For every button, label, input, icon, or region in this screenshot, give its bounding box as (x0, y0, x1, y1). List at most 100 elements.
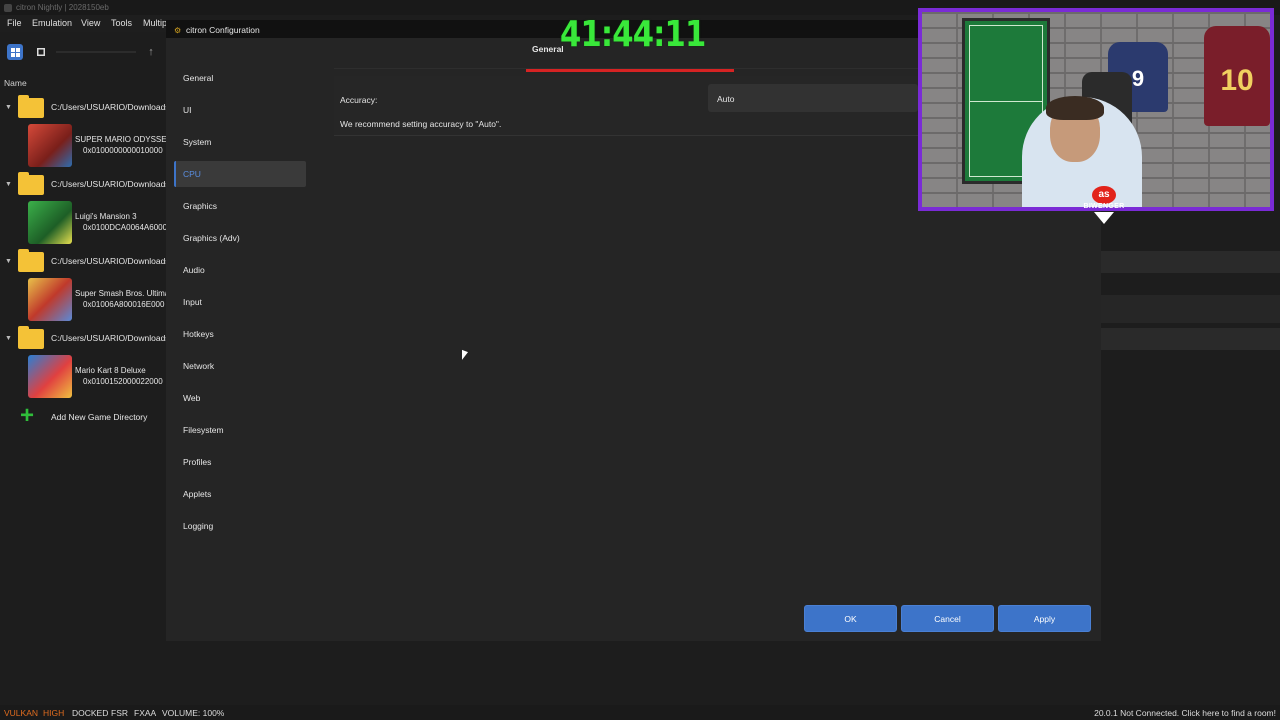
expand-triangle-icon[interactable]: ▼ (5, 258, 12, 265)
category-label: Graphics (183, 201, 218, 211)
expand-triangle-icon[interactable]: ▼ (5, 335, 12, 342)
biwenger-label: BIWENGER (1083, 203, 1125, 210)
antialias-status[interactable]: FXAA (134, 708, 156, 718)
game-row[interactable]: Super Smash Bros. Ultimat 0x01006A800016… (0, 278, 170, 322)
folder-icon (18, 326, 44, 349)
mouse-cursor-icon (462, 349, 468, 363)
row-strip (1100, 251, 1280, 273)
category-network[interactable]: Network (174, 353, 304, 379)
up-arrow-icon[interactable]: ↑ (143, 44, 159, 60)
game-directory-row[interactable]: ▼ C:/Users/USUARIO/Downloads/S (0, 249, 170, 273)
category-label: UI (183, 105, 192, 115)
category-audio[interactable]: Audio (174, 257, 304, 283)
apply-button[interactable]: Apply (998, 605, 1091, 632)
dialog-title: citron Configuration (186, 25, 260, 35)
dock-status[interactable]: DOCKED (72, 708, 108, 718)
category-cpu[interactable]: CPU (174, 161, 306, 187)
webcam-overlay: 9 10 (918, 8, 1274, 211)
category-system[interactable]: System (174, 129, 304, 155)
category-filesystem[interactable]: Filesystem (174, 417, 304, 443)
category-applets[interactable]: Applets (174, 481, 304, 507)
game-thumbnail (28, 355, 72, 398)
game-directory-row[interactable]: ▼ C:/Users/USUARIO/Downloads/M (0, 326, 170, 350)
category-label: CPU (183, 169, 201, 179)
game-thumbnail (28, 201, 72, 244)
folder-icon (18, 249, 44, 272)
category-label: Network (183, 361, 215, 371)
game-thumbnail (28, 124, 72, 167)
plus-icon: + (20, 402, 35, 429)
category-label: Web (183, 393, 201, 403)
icon-size-slider[interactable] (56, 51, 136, 53)
list-view-button[interactable] (33, 44, 49, 60)
biwenger-badge: as BIWENGER (1083, 186, 1125, 224)
game-list-header[interactable]: Name (0, 76, 170, 92)
add-directory-label: Add New Game Directory (51, 412, 148, 422)
toolbar: ↑ (0, 38, 170, 66)
accuracy-value: Auto (717, 94, 735, 104)
directory-path: C:/Users/USUARIO/Downloads/S (51, 102, 169, 112)
expand-triangle-icon[interactable]: ▼ (5, 104, 12, 111)
directory-path: C:/Users/USUARIO/Downloads/S (51, 256, 169, 266)
category-web[interactable]: Web (174, 385, 304, 411)
tab-general[interactable]: General (532, 44, 564, 54)
category-graphics-adv[interactable]: Graphics (Adv) (174, 225, 304, 251)
row-strip (1100, 328, 1280, 350)
folder-icon (18, 95, 44, 118)
cancel-button[interactable]: Cancel (901, 605, 994, 632)
expand-triangle-icon[interactable]: ▼ (5, 181, 12, 188)
network-status[interactable]: 20.0.1 Not Connected. Click here to find… (1094, 708, 1276, 718)
name-column-header[interactable]: Name (4, 78, 27, 88)
category-label: Audio (183, 265, 205, 275)
menu-emulation[interactable]: Emulation (32, 18, 72, 28)
category-sidebar: General UI System CPU Graphics Graphics … (166, 38, 332, 641)
menu-bar: File Emulation View Tools Multip (0, 15, 170, 32)
accuracy-status[interactable]: HIGH (43, 708, 64, 718)
category-label: Graphics (Adv) (183, 233, 240, 243)
accuracy-dropdown[interactable]: Auto (708, 84, 918, 112)
ok-button[interactable]: OK (804, 605, 897, 632)
game-title: Mario Kart 8 Deluxe (75, 366, 146, 375)
row-strip (1100, 295, 1280, 323)
category-label: General (183, 73, 214, 83)
accuracy-recommendation: We recommend setting accuracy to "Auto". (340, 119, 502, 129)
category-input[interactable]: Input (174, 289, 304, 315)
accuracy-label: Accuracy: (340, 95, 378, 105)
game-title: Luigi's Mansion 3 (75, 212, 137, 221)
game-thumbnail (28, 278, 72, 321)
menu-tools[interactable]: Tools (111, 18, 132, 28)
game-row[interactable]: SUPER MARIO ODYSSEY 0x0100000000010000 (0, 124, 170, 168)
directory-path: C:/Users/USUARIO/Downloads/L (51, 179, 169, 189)
citron-icon: ⚙ (174, 26, 182, 35)
game-row[interactable]: Mario Kart 8 Deluxe 0x0100152000022000 (0, 355, 170, 399)
app-icon (4, 4, 12, 12)
game-row[interactable]: Luigi's Mansion 3 0x0100DCA0064A6000 (0, 201, 170, 245)
renderer-status[interactable]: VULKAN (4, 708, 38, 718)
category-graphics[interactable]: Graphics (174, 193, 304, 219)
add-game-directory-button[interactable]: + Add New Game Directory (20, 402, 170, 429)
volume-status[interactable]: VOLUME: 100% (162, 708, 224, 718)
grid-icon (10, 47, 20, 57)
category-label: System (183, 137, 212, 147)
menu-multiplayer[interactable]: Multip (143, 18, 167, 28)
filter-status[interactable]: FSR (111, 708, 128, 718)
category-label: Logging (183, 521, 214, 531)
category-profiles[interactable]: Profiles (174, 449, 304, 475)
category-hotkeys[interactable]: Hotkeys (174, 321, 304, 347)
category-logging[interactable]: Logging (174, 513, 304, 539)
folder-icon (18, 172, 44, 195)
game-title-id: 0x01006A800016E000 (83, 300, 165, 309)
game-directory-row[interactable]: ▼ C:/Users/USUARIO/Downloads/L (0, 172, 170, 196)
menu-file[interactable]: File (7, 18, 22, 28)
menu-view[interactable]: View (81, 18, 100, 28)
category-ui[interactable]: UI (174, 97, 304, 123)
shield-icon (1094, 212, 1114, 224)
category-general[interactable]: General (174, 65, 304, 91)
category-label: Filesystem (183, 425, 224, 435)
game-directory-row[interactable]: ▼ C:/Users/USUARIO/Downloads/S (0, 95, 170, 119)
jersey-number: 10 (1220, 64, 1254, 97)
grid-view-button[interactable] (7, 44, 23, 60)
streamer-hair (1046, 96, 1104, 120)
directory-path: C:/Users/USUARIO/Downloads/M (51, 333, 169, 343)
game-title: Super Smash Bros. Ultimat (75, 289, 170, 298)
